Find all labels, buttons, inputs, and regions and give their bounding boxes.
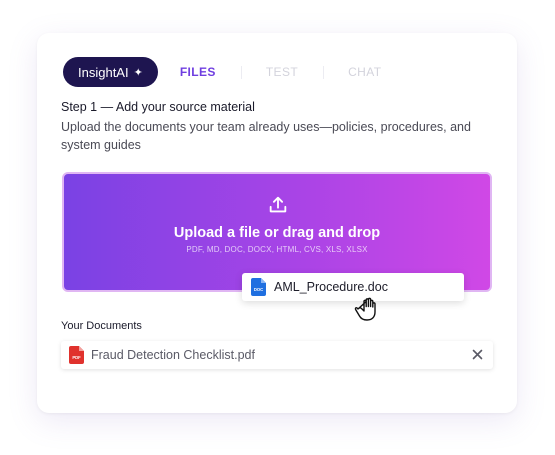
close-icon[interactable] [472,349,483,360]
grab-hand-icon [354,297,376,321]
tab-test[interactable]: TEST [240,57,323,87]
document-row[interactable]: PDF Fraud Detection Checklist.pdf [61,341,493,369]
svg-text:PDF: PDF [72,355,81,360]
pdf-file-icon: PDF [69,346,84,364]
dropzone-formats: PDF, MD, DOC, DOCX, HTML, CVS, XLS, XLSX [186,245,368,254]
doc-file-icon: DOC [251,278,266,296]
documents-label: Your Documents [61,320,142,332]
step-title: Step 1 — Add your source material [61,100,255,114]
tab-bar: InsightAI ✦ FILES TEST CHAT [63,57,407,87]
upload-card: InsightAI ✦ FILES TEST CHAT Step 1 — Add… [37,33,517,413]
tab-insightai[interactable]: InsightAI ✦ [63,57,158,87]
svg-text:DOC: DOC [254,287,263,292]
dropzone-title: Upload a file or drag and drop [173,225,381,241]
tab-chat[interactable]: CHAT [323,57,406,87]
upload-icon [269,196,287,213]
sparkle-icon: ✦ [133,66,143,79]
brand-label: InsightAI [78,64,129,80]
step-description: Upload the documents your team already u… [61,120,471,152]
document-name: Fraud Detection Checklist.pdf [91,348,255,362]
tab-files[interactable]: FILES [158,57,241,87]
